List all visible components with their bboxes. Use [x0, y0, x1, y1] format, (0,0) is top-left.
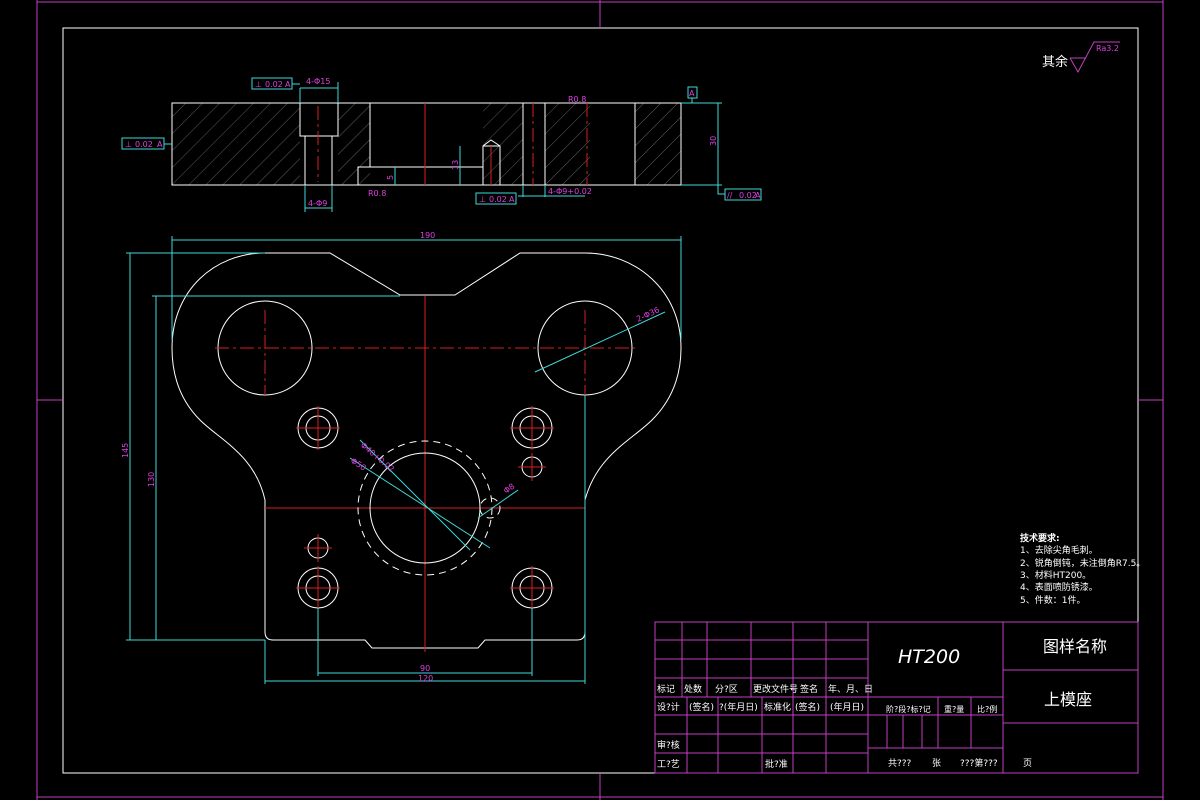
dim-small-hole: Φ8	[502, 482, 516, 496]
svg-text:2、锐角倒钝，未注倒角R7.5。: 2、锐角倒钝，未注倒角R7.5。	[1020, 557, 1145, 569]
header-row: 标记 处数 分?区 更改文件号 签名 年、月、日	[657, 683, 873, 695]
section-view: 30 4-Φ15 4-Φ9 4-Φ9+0.02 5 13 R0.8 R0.8 ⊥…	[121, 77, 762, 212]
plan-view: 190 145 130 90 120 2-Φ36 Φ40+0.02 Φ50 Φ8	[121, 231, 682, 684]
dim-guide-holes: 2-Φ36	[635, 305, 661, 323]
svg-text:1、去除尖角毛刺。: 1、去除尖角毛刺。	[1020, 544, 1098, 556]
design-row: 设?计 (签名) ?(年月日) 标准化 (签名) (年月日)	[657, 701, 864, 713]
svg-text:⊥: ⊥	[479, 195, 486, 204]
svg-text:0.02: 0.02	[135, 140, 153, 149]
svg-text:设?计: 设?计	[657, 701, 680, 713]
surface-finish-symbol: 其余 Ra3.2	[1042, 41, 1120, 74]
svg-text:批?准: 批?准	[765, 758, 788, 770]
drawing-name-label: 图样名称	[1043, 637, 1107, 656]
surface-finish-label: 其余	[1042, 54, 1068, 70]
title-block: HT200 图样名称 上模座 标记 处数 分?区 更改文件号 签名 年、月、日 …	[654, 621, 1139, 774]
dim-counterbore-plan: Φ50	[349, 456, 368, 473]
dim-height-outer: 145	[121, 443, 130, 458]
svg-text:???第???: ???第???	[960, 757, 998, 769]
roughness-2: R0.8	[568, 95, 586, 104]
svg-text:标记: 标记	[657, 683, 675, 695]
cad-drawing: 其余 Ra3.2 30 4-Φ15 4-Φ9 4-Φ9+0.02 5 13 R0…	[36, 0, 1164, 800]
dim-pin: 4-Φ9+0.02	[548, 187, 592, 196]
svg-text:0.02: 0.02	[489, 195, 507, 204]
roughness-value: Ra3.2	[1096, 44, 1119, 53]
svg-text:4、表面喷防锈漆。: 4、表面喷防锈漆。	[1020, 581, 1098, 593]
svg-text:比?例: 比?例	[977, 704, 997, 714]
tolerance-frame-bottom: ⊥ 0.02 A	[475, 192, 517, 205]
tolerance-frame-left: ⊥ 0.02 A	[121, 137, 172, 150]
svg-text:(签名): (签名)	[689, 701, 714, 713]
dim-step: 5	[386, 175, 395, 180]
svg-text:⊥: ⊥	[125, 140, 132, 149]
svg-text:工?艺: 工?艺	[657, 759, 680, 770]
svg-text:年、月、日: 年、月、日	[828, 683, 873, 695]
svg-text:(年月日): (年月日)	[830, 701, 864, 713]
svg-text:标准化: 标准化	[764, 701, 791, 713]
material: HT200	[898, 646, 960, 668]
dim-height: 30	[709, 136, 718, 146]
dim-counterbore: 4-Φ15	[306, 77, 330, 86]
svg-text:A: A	[157, 140, 163, 149]
dim-plate-width: 120	[418, 674, 433, 683]
svg-text:张: 张	[932, 758, 941, 769]
part-name: 上模座	[1044, 690, 1092, 709]
svg-text:技术要求:: 技术要求:	[1020, 532, 1060, 544]
svg-text://: //	[727, 191, 733, 200]
dim-width: 190	[420, 231, 435, 240]
svg-text:分?区: 分?区	[715, 684, 738, 695]
svg-text:共???: 共???	[888, 758, 912, 769]
dim-hole: 4-Φ9	[308, 199, 327, 208]
svg-text:5、件数：1件。: 5、件数：1件。	[1020, 594, 1085, 606]
svg-text:重?量: 重?量	[944, 704, 964, 714]
svg-text:(签名): (签名)	[795, 701, 820, 713]
svg-text:页: 页	[1023, 758, 1032, 769]
dim-depth: 13	[451, 160, 460, 170]
svg-text:阶?段?标?记: 阶?段?标?记	[886, 704, 931, 714]
svg-text:签名: 签名	[800, 683, 818, 695]
svg-text:处数: 处数	[684, 683, 702, 695]
svg-text:审?核: 审?核	[657, 739, 680, 751]
tolerance-frame-right: // 0.02 A	[717, 185, 762, 201]
dim-height-inner: 130	[147, 472, 156, 487]
svg-text:?(年月日): ?(年月日)	[719, 701, 758, 713]
svg-text:⊥: ⊥	[255, 80, 262, 89]
svg-text:A: A	[509, 195, 515, 204]
tech-requirements: 技术要求: 1、去除尖角毛刺。 2、锐角倒钝，未注倒角R7.5。 3、材料HT2…	[1020, 532, 1145, 606]
tolerance-frame-top: ⊥ 0.02 A	[251, 77, 300, 90]
svg-text:A: A	[285, 80, 291, 89]
svg-text:0.02: 0.02	[265, 80, 283, 89]
datum-label: A	[689, 89, 695, 98]
svg-text:3、材料HT200。: 3、材料HT200。	[1020, 569, 1091, 581]
dim-hole-spacing: 90	[420, 664, 430, 673]
roughness-1: R0.8	[368, 189, 386, 198]
svg-text:更改文件号: 更改文件号	[753, 683, 798, 695]
svg-text:A: A	[755, 191, 761, 200]
